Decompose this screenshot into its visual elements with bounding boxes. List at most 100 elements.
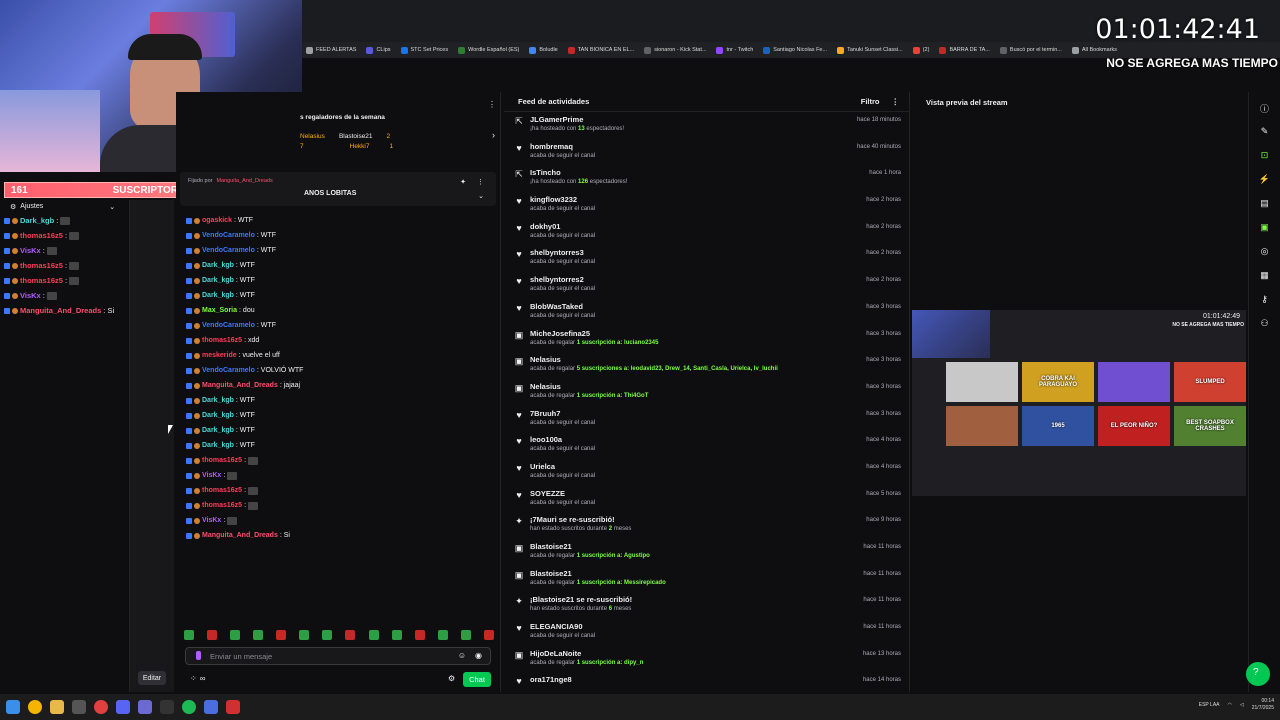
clock[interactable]: 00:14 21/7/2025: [1252, 698, 1274, 712]
chat-username[interactable]: Max_Soria: [202, 307, 237, 314]
more-icon[interactable]: ⋮: [892, 97, 900, 106]
chat-username[interactable]: thomas16z5: [20, 261, 63, 270]
feed-item[interactable]: ♥ ELEGANCIA90 acaba de seguir el canal hace…: [504, 619, 909, 646]
feed-item[interactable]: ✦ ¡7Mauri se re-suscribió! han estado susc…: [504, 512, 909, 539]
chat-username[interactable]: Dark_kgb: [202, 292, 234, 299]
start-icon[interactable]: [6, 700, 20, 714]
chat-username[interactable]: thomas16z5: [202, 337, 242, 344]
emote-icon[interactable]: [253, 630, 264, 640]
feed-item[interactable]: ▣ MicheJosefina25 acaba de regalar 1 suscr…: [504, 326, 909, 353]
chat-username[interactable]: ogaskick: [202, 217, 232, 224]
emote-icon[interactable]: [437, 630, 448, 640]
server-icon[interactable]: ▦: [1258, 270, 1272, 284]
chat-username[interactable]: VendoCaramelo: [202, 232, 255, 239]
chat-username[interactable]: Dark_kgb: [20, 216, 54, 225]
feed-item[interactable]: ✦ ¡Blastoise21 se re-suscribió! han estado…: [504, 592, 909, 619]
key-icon[interactable]: ⚷: [1258, 294, 1272, 308]
app-icon[interactable]: [138, 700, 152, 714]
more-icon[interactable]: ⋮: [477, 178, 484, 186]
feed-item[interactable]: ▣ Nelasius acaba de regalar 1 suscripción …: [504, 379, 909, 406]
bookmark-item[interactable]: FEED ALERTAS: [306, 46, 356, 54]
bookmark-item[interactable]: sionaron - Kick Stat...: [644, 46, 706, 54]
discord-icon[interactable]: [116, 700, 130, 714]
feed-item[interactable]: ▣ Nelasius acaba de regalar 5 suscripcione…: [504, 352, 909, 379]
pinned-message[interactable]: Fijado por Manguita_And_Dreads ANOS LOBI…: [180, 172, 496, 206]
chat-username[interactable]: Dark_kgb: [202, 412, 234, 419]
feed-item[interactable]: ♥ shelbyntorres3 acaba de seguir el canal h…: [504, 245, 909, 272]
feed-item[interactable]: ♥ shelbyntorres2 acaba de seguir el canal h…: [504, 272, 909, 299]
emote-icon[interactable]: [322, 630, 333, 640]
chat-username[interactable]: VendoCaramelo: [202, 247, 255, 254]
emote-icon[interactable]: [207, 630, 218, 640]
chat-username[interactable]: thomas16z5: [202, 502, 242, 509]
feed-item[interactable]: ♥ BlobWasTaked acaba de seguir el canal hac…: [504, 299, 909, 326]
bookmark-item[interactable]: Wordle Español (ES): [458, 46, 519, 54]
feed-item[interactable]: ⇱ IsTincho ¡ha hosteado con 126 espectador…: [504, 165, 909, 192]
emote-icon[interactable]: [483, 630, 494, 640]
emote-icon[interactable]: [460, 630, 471, 640]
chat-username[interactable]: Dark_kgb: [202, 397, 234, 404]
document-icon[interactable]: ▤: [1258, 198, 1272, 212]
bookmark-item[interactable]: All Bookmarks: [1071, 46, 1117, 54]
chat-username[interactable]: thomas16z5: [20, 231, 63, 240]
bookmark-item[interactable]: TAN BIONICA EN EL...: [567, 46, 634, 54]
chat-send-button[interactable]: Chat: [463, 672, 491, 687]
feed-item[interactable]: ♥ hombremaq acaba de seguir el canal hace 4…: [504, 139, 909, 166]
app-icon[interactable]: [204, 700, 218, 714]
chat-username[interactable]: Manguita_And_Dreads: [20, 306, 101, 315]
feed-item[interactable]: ⇱ JLGamerPrime ¡ha hosteado con 13 especta…: [504, 112, 909, 139]
settings-row[interactable]: ⚙ Ajustes ⌄: [0, 200, 129, 213]
feed-item[interactable]: ♥ 7Bruuh7 acaba de seguir el canal hace 3 h…: [504, 406, 909, 433]
feed-item[interactable]: ♥ leoo100a acaba de seguir el canal hace 4 …: [504, 432, 909, 459]
emote-icon[interactable]: [345, 630, 356, 640]
chat-username[interactable]: VisKx: [20, 246, 41, 255]
chat-username[interactable]: thomas16z5: [20, 276, 63, 285]
bookmark-item[interactable]: STC Set Prices: [400, 46, 448, 54]
chat-username[interactable]: meskeride: [202, 352, 237, 359]
chat-username[interactable]: Dark_kgb: [202, 277, 234, 284]
bookmark-item[interactable]: CLips: [366, 46, 391, 54]
feed-item[interactable]: ▣ Blastoise21 acaba de regalar 1 suscripci…: [504, 539, 909, 566]
gear-icon[interactable]: ⚙: [448, 674, 455, 683]
edit-icon[interactable]: ✎: [1258, 126, 1272, 140]
settings-dot-icon[interactable]: ◉: [475, 651, 482, 660]
feed-item[interactable]: ♥ dokhy01 acaba de seguir el canal hace 2 h…: [504, 219, 909, 246]
info-icon[interactable]: ⓘ: [1258, 102, 1272, 116]
emote-icon[interactable]: [299, 630, 310, 640]
bookmark-item[interactable]: tnr - Twitch: [716, 46, 753, 54]
lightning-icon[interactable]: ⚡: [1258, 174, 1272, 188]
feed-item[interactable]: ▣ HijoDeLaNoite acaba de regalar 1 suscrip…: [504, 646, 909, 673]
chat-username[interactable]: VendoCaramelo: [202, 367, 255, 374]
folder-icon[interactable]: [50, 700, 64, 714]
edit-button[interactable]: Editar: [138, 671, 166, 685]
chat-username[interactable]: VisKx: [202, 517, 221, 524]
chat-username[interactable]: Manguita_And_Dreads: [202, 382, 278, 389]
gear-icon[interactable]: ⚙: [10, 203, 16, 211]
emote-icon[interactable]: [391, 630, 402, 640]
bookmark-item[interactable]: Boludle: [529, 46, 558, 54]
more-icon[interactable]: ⋮: [488, 100, 496, 109]
chat-username[interactable]: Manguita_And_Dreads: [202, 532, 278, 539]
feed-item[interactable]: ♥ kingflow3232 acaba de seguir el canal hac…: [504, 192, 909, 219]
app-icon[interactable]: [160, 700, 174, 714]
app-icon[interactable]: [226, 700, 240, 714]
emote-icon[interactable]: [414, 630, 425, 640]
emote-icon[interactable]: [368, 630, 379, 640]
language-indicator[interactable]: ESP LAA: [1199, 702, 1220, 708]
chat-username[interactable]: VisKx: [202, 472, 221, 479]
pin-icon[interactable]: ✦: [460, 178, 466, 186]
bookmark-item[interactable]: (2): [912, 46, 929, 54]
emote-icon[interactable]: [230, 630, 241, 640]
emote-icon[interactable]: [184, 630, 194, 640]
emote-icon[interactable]: [276, 630, 287, 640]
chat-username[interactable]: thomas16z5: [202, 457, 242, 464]
chat-icon[interactable]: ▣: [1258, 222, 1272, 236]
feed-item[interactable]: ♥ ora171nge8 hace 14 horas: [504, 672, 909, 692]
emote-picker-icon[interactable]: ☺: [458, 651, 466, 660]
bookmark-item[interactable]: BARRA DE TA...: [939, 46, 990, 54]
steam-icon[interactable]: [72, 700, 86, 714]
broadcast-icon[interactable]: ◎: [1258, 246, 1272, 260]
chat-username[interactable]: VendoCaramelo: [202, 322, 255, 329]
chrome-icon[interactable]: [28, 700, 42, 714]
help-button[interactable]: ?: [1246, 662, 1270, 686]
